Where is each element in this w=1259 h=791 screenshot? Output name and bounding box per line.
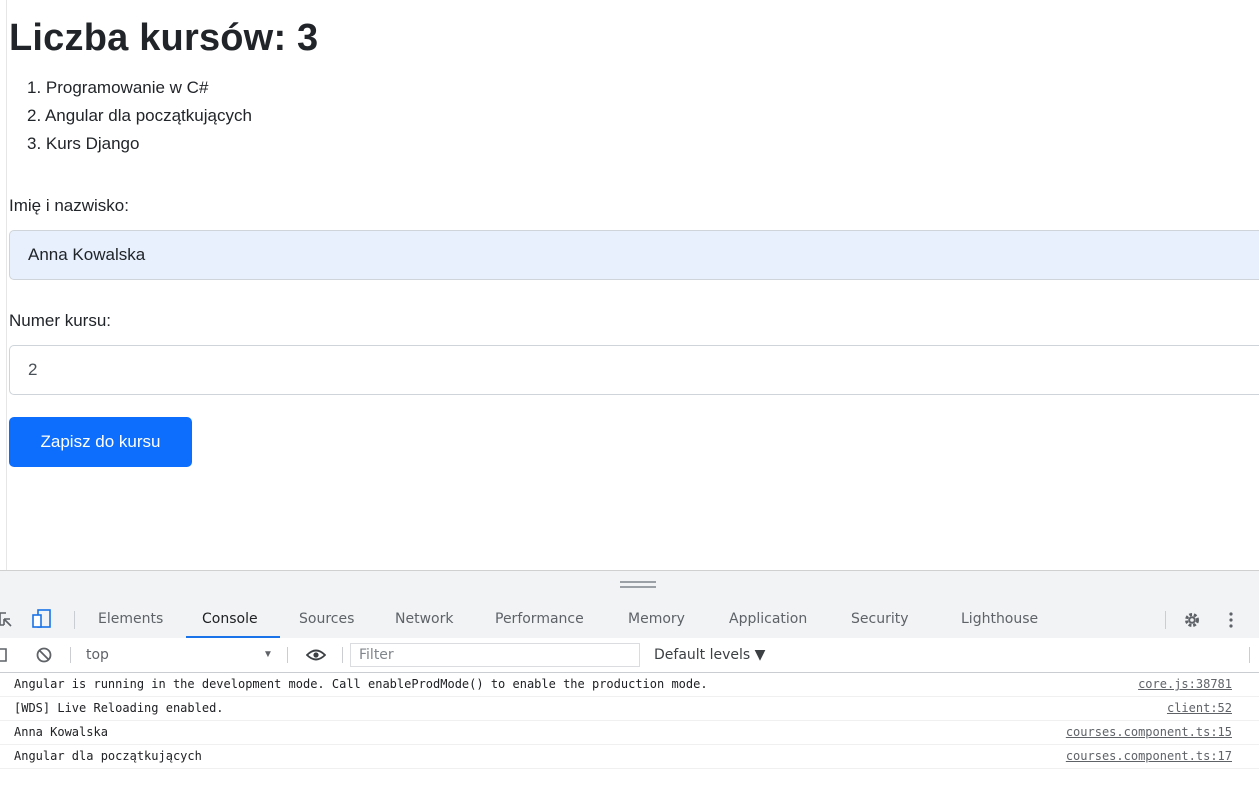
separator	[1249, 647, 1250, 663]
sidebar-toggle-icon[interactable]	[0, 648, 10, 662]
console-message: Anna Kowalska	[14, 725, 108, 739]
console-log: Angular is running in the development mo…	[0, 673, 1259, 769]
tab-lighthouse[interactable]: Lighthouse	[961, 601, 1038, 638]
tab-security[interactable]: Security	[851, 601, 909, 638]
grip-icon	[620, 581, 656, 589]
course-number-input[interactable]	[9, 345, 1259, 395]
viewport-edge	[6, 0, 7, 570]
chevron-down-icon[interactable]: ▼	[263, 638, 273, 672]
tab-memory[interactable]: Memory	[628, 601, 685, 638]
log-levels-dropdown[interactable]: Default levels ▼	[654, 638, 765, 672]
console-source-link[interactable]: courses.component.ts:17	[1066, 745, 1232, 768]
tab-application[interactable]: Application	[729, 601, 807, 638]
course-number-label: Numer kursu:	[9, 311, 112, 330]
console-row: Anna Kowalska courses.component.ts:15	[0, 721, 1259, 745]
separator	[70, 647, 71, 663]
course-list: 1. Programowanie w C# 2. Angular dla poc…	[27, 74, 252, 158]
devtools-resize-handle[interactable]	[0, 571, 1259, 601]
console-row: Angular is running in the development mo…	[0, 673, 1259, 697]
console-toolbar: top ▼ Filter Default levels ▼	[0, 638, 1259, 673]
submit-button[interactable]: Zapisz do kursu	[9, 417, 192, 467]
course-item: 2. Angular dla początkujących	[27, 106, 252, 125]
separator	[1165, 611, 1166, 629]
console-row: [WDS] Live Reloading enabled. client:52	[0, 697, 1259, 721]
page-title: Liczba kursów: 3	[9, 17, 319, 59]
console-message: [WDS] Live Reloading enabled.	[14, 701, 224, 715]
console-row: Angular dla początkujących courses.compo…	[0, 745, 1259, 769]
tab-performance[interactable]: Performance	[495, 601, 584, 638]
console-message: Angular is running in the development mo…	[14, 677, 708, 691]
tab-sources[interactable]: Sources	[299, 601, 354, 638]
devtools-tabbar: Elements Console Sources Network Perform…	[0, 601, 1259, 639]
settings-gear-icon[interactable]	[1183, 611, 1201, 629]
course-item: 1. Programowanie w C#	[27, 78, 209, 97]
tab-console[interactable]: Console	[202, 601, 258, 638]
more-options-icon[interactable]	[1228, 611, 1234, 629]
console-source-link[interactable]: core.js:38781	[1138, 673, 1232, 696]
separator	[342, 647, 343, 663]
tab-network[interactable]: Network	[395, 601, 453, 638]
separator	[287, 647, 288, 663]
app-page: Liczba kursów: 3 1. Programowanie w C# 2…	[0, 0, 1259, 570]
tab-elements[interactable]: Elements	[98, 601, 163, 638]
live-expression-eye-icon[interactable]	[306, 649, 326, 661]
devtools-panel: Elements Console Sources Network Perform…	[0, 570, 1259, 791]
course-item: 3. Kurs Django	[27, 134, 140, 153]
filter-input[interactable]: Filter	[350, 643, 640, 667]
context-select[interactable]: top	[86, 638, 109, 672]
inspect-element-icon[interactable]	[0, 611, 12, 629]
name-label: Imię i nazwisko:	[9, 196, 129, 215]
name-input[interactable]	[9, 230, 1259, 280]
separator	[74, 611, 75, 629]
console-message: Angular dla początkujących	[14, 749, 202, 763]
device-toolbar-icon[interactable]	[32, 609, 52, 629]
clear-console-icon[interactable]	[36, 647, 52, 663]
console-source-link[interactable]: courses.component.ts:15	[1066, 721, 1232, 744]
console-source-link[interactable]: client:52	[1167, 697, 1232, 720]
